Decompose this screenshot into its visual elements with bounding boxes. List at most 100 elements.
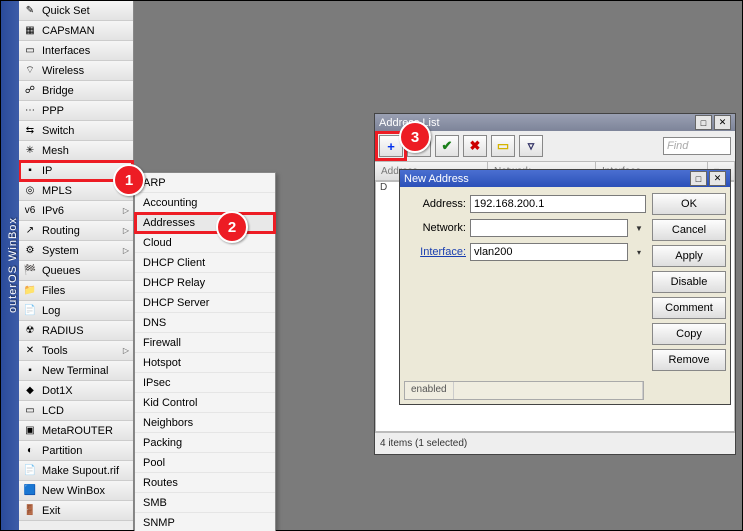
sidebar-item-radius[interactable]: ☢ RADIUS <box>19 321 133 341</box>
remove-button[interactable]: Remove <box>652 349 726 371</box>
submenu-item-neighbors[interactable]: Neighbors <box>135 413 275 433</box>
submenu-item-ipsec[interactable]: IPsec <box>135 373 275 393</box>
sidebar-item-log[interactable]: 📄Log <box>19 301 133 321</box>
network-dropdown-icon[interactable]: ▼ <box>632 220 646 236</box>
sidebar-item-system[interactable]: ⚙System▷ <box>19 241 133 261</box>
sidebar-item-capsman[interactable]: ▦CAPsMAN <box>19 21 133 41</box>
sidebar-item-ppp[interactable]: ⋯PPP <box>19 101 133 121</box>
sidebar-item-wireless[interactable]: ⌔ Wireless <box>19 61 133 81</box>
new-address-titlebar[interactable]: New Address □ ✕ <box>400 170 730 187</box>
submenu-item-snmp[interactable]: SNMP <box>135 513 275 531</box>
submenu-item-packing[interactable]: Packing <box>135 433 275 453</box>
filter-button[interactable]: ▿ <box>519 135 543 157</box>
enabled-label: enabled <box>405 382 454 399</box>
menu-icon: ◆ <box>23 384 37 398</box>
network-input[interactable] <box>470 219 628 237</box>
app-title-bar: outerOS WinBox <box>1 1 19 530</box>
sidebar-item-label: Wireless <box>42 65 84 77</box>
find-input[interactable]: Find <box>663 137 731 155</box>
menu-icon: ✎ <box>23 4 37 18</box>
sidebar-item-label: Tools <box>42 345 68 357</box>
submenu-item-routes[interactable]: Routes <box>135 473 275 493</box>
sidebar-item-new-terminal[interactable]: ▪New Terminal <box>19 361 133 381</box>
copy-button[interactable]: Copy <box>652 323 726 345</box>
submenu-item-dhcp-relay[interactable]: DHCP Relay <box>135 273 275 293</box>
submenu-item-accounting[interactable]: Accounting <box>135 193 275 213</box>
sidebar-item-label: Partition <box>42 445 82 457</box>
minimize-button[interactable]: □ <box>690 171 707 186</box>
menu-icon: 🏁 <box>23 264 37 278</box>
sidebar-item-lcd[interactable]: ▭LCD <box>19 401 133 421</box>
sidebar-item-interfaces[interactable]: ▭Interfaces <box>19 41 133 61</box>
callout-badge-1: 1 <box>113 164 145 196</box>
sidebar-item-partition[interactable]: ◐Partition <box>19 441 133 461</box>
dialog-buttons: OK Cancel Apply Disable Comment Copy Remove <box>652 189 726 402</box>
new-address-title: New Address <box>404 173 469 185</box>
minimize-button[interactable]: □ <box>695 115 712 130</box>
sidebar-item-new-winbox[interactable]: 🟦New WinBox <box>19 481 133 501</box>
interface-label[interactable]: Interface: <box>404 246 466 258</box>
submenu-item-dhcp-server[interactable]: DHCP Server <box>135 293 275 313</box>
sidebar-item-bridge[interactable]: ☍Bridge <box>19 81 133 101</box>
submenu-item-smb[interactable]: SMB <box>135 493 275 513</box>
sidebar-item-dot1x[interactable]: ◆ Dot1X <box>19 381 133 401</box>
menu-icon: 📄 <box>23 464 37 478</box>
menu-icon: ☢ <box>23 324 37 338</box>
callout-badge-2: 2 <box>216 211 248 243</box>
sidebar: ✎Quick Set▦CAPsMAN▭Interfaces⌔Wireless☍B… <box>19 1 134 530</box>
new-address-window: New Address □ ✕ Address: 192.168.200.1 N… <box>399 169 731 405</box>
comment-button[interactable]: ▭ <box>491 135 515 157</box>
sidebar-item-quick-set[interactable]: ✎Quick Set <box>19 1 133 21</box>
submenu-item-dns[interactable]: DNS <box>135 313 275 333</box>
sidebar-item-queues[interactable]: 🏁Queues <box>19 261 133 281</box>
menu-icon: ✕ <box>23 344 37 358</box>
comment-button[interactable]: Comment <box>652 297 726 319</box>
interface-dropdown-icon[interactable]: ▾ <box>632 244 646 260</box>
submenu-arrow-icon: ▷ <box>123 346 129 355</box>
apply-button[interactable]: Apply <box>652 245 726 267</box>
sidebar-item-label: IP <box>42 165 52 177</box>
sidebar-item-label: Interfaces <box>42 45 90 57</box>
sidebar-item-metarouter[interactable]: ▣MetaROUTER <box>19 421 133 441</box>
submenu-item-cloud[interactable]: Cloud <box>135 233 275 253</box>
submenu-item-firewall[interactable]: Firewall <box>135 333 275 353</box>
sidebar-item-mesh[interactable]: ✳Mesh <box>19 141 133 161</box>
menu-icon: ▭ <box>23 404 37 418</box>
sidebar-item-tools[interactable]: ✕ Tools ▷ <box>19 341 133 361</box>
sidebar-item-exit[interactable]: 🚪Exit <box>19 501 133 521</box>
sidebar-item-switch[interactable]: ⇆Switch <box>19 121 133 141</box>
ok-button[interactable]: OK <box>652 193 726 215</box>
close-button[interactable]: ✕ <box>714 115 731 130</box>
menu-icon: ↗ <box>23 224 37 238</box>
disable-button[interactable]: ✖ <box>463 135 487 157</box>
sidebar-item-label: Bridge <box>42 85 74 97</box>
submenu-item-arp[interactable]: ARP <box>135 173 275 193</box>
close-button[interactable]: ✕ <box>709 171 726 186</box>
cancel-button[interactable]: Cancel <box>652 219 726 241</box>
sidebar-item-ipv6[interactable]: v6IPv6▷ <box>19 201 133 221</box>
sidebar-item-label: Dot1X <box>42 385 73 397</box>
menu-icon: v6 <box>23 204 37 218</box>
sidebar-item-label: Make Supout.rif <box>42 465 119 477</box>
sidebar-item-label: System <box>42 245 79 257</box>
sidebar-item-routing[interactable]: ↗Routing▷ <box>19 221 133 241</box>
sidebar-item-files[interactable]: 📁Files <box>19 281 133 301</box>
menu-icon: ⇆ <box>23 124 37 138</box>
sidebar-item-make-supout-rif[interactable]: 📄 Make Supout.rif <box>19 461 133 481</box>
interface-input[interactable]: vlan200 <box>470 243 628 261</box>
disable-button[interactable]: Disable <box>652 271 726 293</box>
submenu-item-hotspot[interactable]: Hotspot <box>135 353 275 373</box>
callout-badge-3: 3 <box>399 121 431 153</box>
submenu-item-kid-control[interactable]: Kid Control <box>135 393 275 413</box>
network-label: Network: <box>404 222 466 234</box>
menu-icon: ⌔ <box>23 64 37 78</box>
sidebar-item-label: CAPsMAN <box>42 25 95 37</box>
submenu-item-pool[interactable]: Pool <box>135 453 275 473</box>
menu-icon: 🚪 <box>23 504 37 518</box>
enable-button[interactable]: ✔ <box>435 135 459 157</box>
submenu-item-dhcp-client[interactable]: DHCP Client <box>135 253 275 273</box>
address-input[interactable]: 192.168.200.1 <box>470 195 646 213</box>
enabled-status-bar: enabled <box>404 381 644 400</box>
submenu-item-addresses[interactable]: Addresses <box>135 213 275 233</box>
sidebar-item-label: RADIUS <box>42 325 84 337</box>
